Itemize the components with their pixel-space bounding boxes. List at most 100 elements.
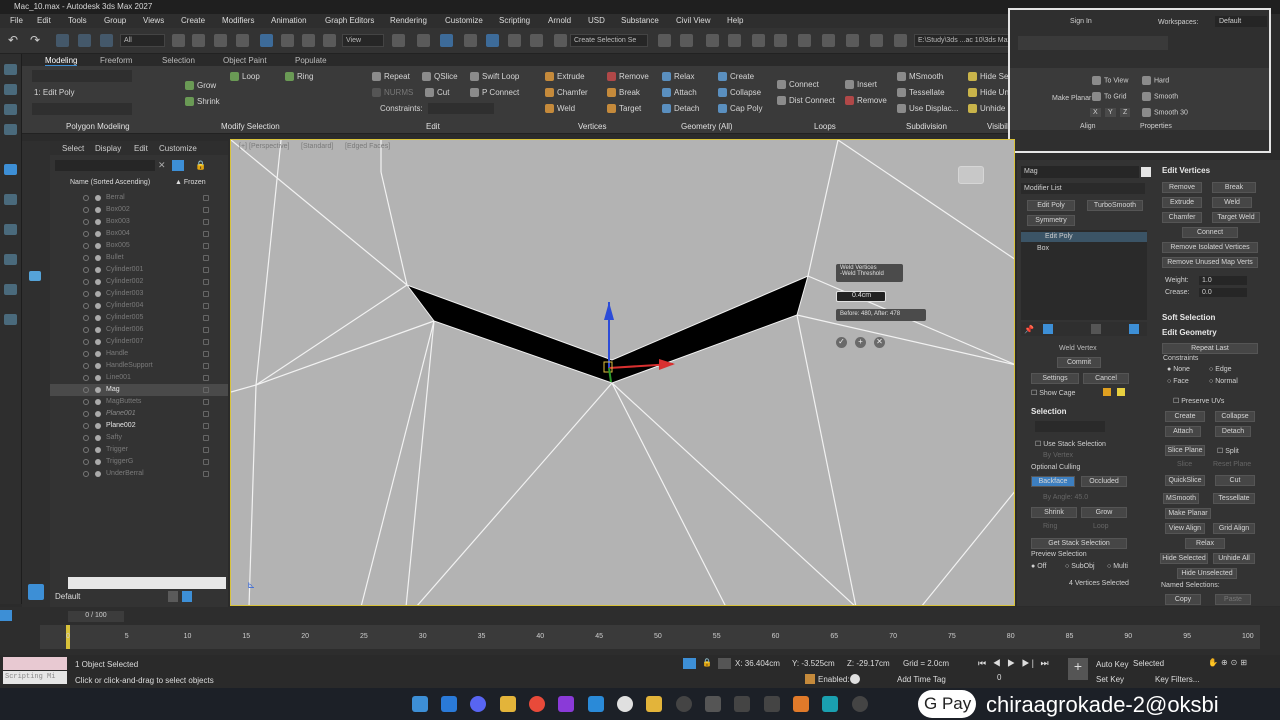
nurms-button[interactable]: NURMS xyxy=(372,88,413,98)
tab-populate[interactable]: Populate xyxy=(295,56,327,65)
active-layer-dropdown[interactable]: Default xyxy=(55,592,80,601)
freeze-toggle-icon[interactable] xyxy=(203,447,209,453)
set-key-button[interactable]: Set Key xyxy=(1096,675,1124,684)
strip-tool-icon[interactable] xyxy=(4,254,17,265)
soft-selection-rollout-title[interactable]: Soft Selection xyxy=(1162,313,1215,322)
explorer-row[interactable]: Handle xyxy=(50,348,228,360)
app-icon[interactable] xyxy=(734,696,750,712)
show-cage-checkbox[interactable]: ☐ Show Cage xyxy=(1031,389,1075,397)
break-button[interactable]: Break xyxy=(607,88,640,98)
maxscript-listener-mini[interactable] xyxy=(3,657,67,670)
align-icon[interactable] xyxy=(680,34,693,47)
freeze-toggle-icon[interactable] xyxy=(203,195,209,201)
weld-button[interactable]: Weld xyxy=(545,104,575,114)
sign-in-button[interactable]: Sign In xyxy=(1070,18,1092,25)
link-icon[interactable] xyxy=(56,34,69,47)
unreal-icon[interactable] xyxy=(617,696,633,712)
time-slider[interactable]: 0 / 100 xyxy=(68,611,124,622)
pivot-center-icon[interactable] xyxy=(392,34,405,47)
tab-selection[interactable]: Selection xyxy=(162,56,195,65)
freeze-toggle-icon[interactable] xyxy=(203,435,209,441)
reference-coord-dropdown[interactable]: View xyxy=(342,34,384,47)
explorer-row[interactable]: Trigger xyxy=(50,444,228,456)
group-modify-selection[interactable]: Modify Selection xyxy=(221,122,280,131)
preview-multi-radio[interactable]: ○ Multi xyxy=(1107,563,1128,570)
visibility-eye-icon[interactable] xyxy=(83,219,89,225)
smooth-button[interactable]: Smooth xyxy=(1142,92,1178,101)
caddy-apply-icon[interactable]: + xyxy=(855,337,866,348)
weld-threshold-input[interactable]: 0.4cm xyxy=(836,291,886,302)
freeze-toggle-icon[interactable] xyxy=(203,375,209,381)
to-view-button[interactable]: To View xyxy=(1092,76,1128,85)
remove-loop-button[interactable]: Remove xyxy=(845,96,887,106)
angle-snap-icon[interactable] xyxy=(486,34,499,47)
constraint-normal-radio[interactable]: ○ Normal xyxy=(1209,378,1238,385)
blender-icon[interactable] xyxy=(793,696,809,712)
turbosmooth-modifier-button[interactable]: TurboSmooth xyxy=(1087,200,1143,211)
grow-button[interactable]: Grow xyxy=(185,81,216,91)
strip-tool-icon[interactable] xyxy=(4,104,17,115)
named-selection-dropdown[interactable]: Create Selection Se xyxy=(570,34,648,47)
cap-poly-button[interactable]: Cap Poly xyxy=(718,104,762,114)
viewport-menu-perspective[interactable]: [Perspective] xyxy=(249,143,289,150)
spinner-snap-icon[interactable] xyxy=(530,34,543,47)
menu-animation[interactable]: Animation xyxy=(271,16,307,25)
tab-modeling[interactable]: Modeling xyxy=(45,56,78,66)
constraint-face-radio[interactable]: ○ Face xyxy=(1167,378,1189,385)
remove-isolated-vertices-button[interactable]: Remove Isolated Vertices xyxy=(1162,242,1258,253)
cut-button[interactable]: Cut xyxy=(1215,475,1255,486)
explorer-row[interactable]: Box005 xyxy=(50,240,228,252)
snaps-toggle-icon[interactable] xyxy=(464,34,477,47)
menu-usd[interactable]: USD xyxy=(588,16,605,25)
group-properties[interactable]: Properties xyxy=(1140,123,1172,130)
playback-controls[interactable]: ⏮ ◀ ▶ ▶| ⏭ xyxy=(978,658,1051,669)
create-button[interactable]: Create xyxy=(1165,411,1205,422)
viewport-menu-standard[interactable]: [Standard] xyxy=(301,143,333,150)
visibility-eye-icon[interactable] xyxy=(83,399,89,405)
use-displace-button[interactable]: Use Displac... xyxy=(897,104,958,114)
selection-rollout-title[interactable]: Selection xyxy=(1031,407,1067,416)
weld-vertex-button[interactable]: Weld xyxy=(1212,197,1252,208)
strip-tool-icon[interactable] xyxy=(4,284,17,295)
explorer-menu-edit[interactable]: Edit xyxy=(134,144,148,153)
freeze-toggle-icon[interactable] xyxy=(203,423,209,429)
file-explorer-icon[interactable] xyxy=(500,696,516,712)
loop-button[interactable]: Loop xyxy=(1093,523,1109,530)
explorer-menu-display[interactable]: Display xyxy=(95,144,121,153)
menu-file[interactable]: File xyxy=(10,16,23,25)
visibility-eye-icon[interactable] xyxy=(83,267,89,273)
group-subdivision[interactable]: Subdivision xyxy=(906,122,947,131)
edit-named-selection-icon[interactable] xyxy=(554,34,567,47)
preserve-uvs-checkbox[interactable]: ☐ Preserve UVs xyxy=(1173,397,1224,405)
adaptive-degradation-icon[interactable] xyxy=(805,674,815,684)
tab-freeform[interactable]: Freeform xyxy=(100,56,132,65)
explorer-scrollbar[interactable] xyxy=(68,577,226,589)
schematic-view-icon[interactable] xyxy=(774,34,787,47)
target-button[interactable]: Target xyxy=(607,104,641,114)
by-angle-field[interactable]: By Angle: 45.0 xyxy=(1043,494,1088,501)
constraint-none-radio[interactable]: ● None xyxy=(1167,366,1190,373)
grow-button[interactable]: Grow xyxy=(1081,507,1127,518)
repeat-last-button[interactable]: Repeat Last xyxy=(1162,343,1258,354)
make-planar-button[interactable]: Make Planar xyxy=(1165,508,1211,519)
group-align[interactable]: Align xyxy=(1080,123,1096,130)
lock-icon[interactable]: 🔒 xyxy=(195,160,206,171)
freeze-toggle-icon[interactable] xyxy=(203,207,209,213)
relax-button[interactable]: Relax xyxy=(662,72,694,82)
explorer-row[interactable]: TriggerG xyxy=(50,456,228,468)
msmooth-button[interactable]: MSmooth xyxy=(1163,493,1199,504)
visibility-eye-icon[interactable] xyxy=(83,375,89,381)
explorer-row[interactable]: Plane001 xyxy=(50,408,228,420)
visual-studio-icon[interactable] xyxy=(558,696,574,712)
menu-scripting[interactable]: Scripting xyxy=(499,16,530,25)
slice-plane-button[interactable]: Slice Plane xyxy=(1165,445,1205,456)
x-coordinate[interactable]: X: 36.404cm xyxy=(735,659,780,668)
isolate-selection-icon[interactable] xyxy=(683,658,696,669)
collapse-button[interactable]: Collapse xyxy=(718,88,761,98)
vscode-icon[interactable] xyxy=(588,696,604,712)
visibility-eye-icon[interactable] xyxy=(83,411,89,417)
select-manipulate-icon[interactable] xyxy=(417,34,430,47)
extrude-button[interactable]: Extrude xyxy=(545,72,585,82)
unhide-button[interactable]: Unhide xyxy=(968,104,1005,114)
rect-selection-icon[interactable] xyxy=(214,34,227,47)
